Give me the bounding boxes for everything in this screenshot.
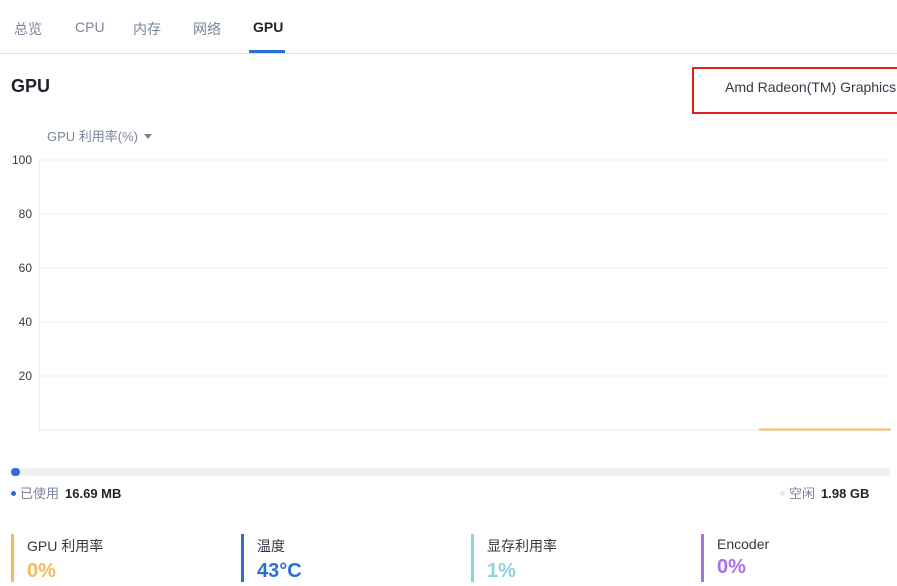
tab-gpu[interactable]: GPU (253, 19, 283, 35)
stat-value: 0% (27, 560, 56, 582)
memory-usage-bar (11, 468, 891, 476)
memory-free-value: 1.98 GB (821, 486, 870, 501)
metric-selector-label: GPU 利用率(%) (47, 129, 139, 144)
tab-network[interactable]: 网络 (193, 19, 221, 39)
device-name: Amd Radeon(TM) Graphics (725, 79, 897, 95)
y-tick-label: 100 (12, 153, 32, 167)
stat-encoder: Encoder 0% (701, 534, 769, 582)
free-dot-icon (780, 491, 785, 496)
chevron-down-icon (144, 134, 153, 139)
stat-name: Encoder (717, 536, 770, 552)
tab-bar: 总览 CPU 内存 网络 GPU (0, 0, 897, 54)
stat-value: 1% (487, 560, 516, 582)
active-tab-indicator (249, 50, 285, 53)
stat-name: 显存利用率 (487, 538, 557, 554)
stat-name: 温度 (257, 538, 285, 554)
stat-value: 43°C (257, 560, 302, 582)
tab-memory[interactable]: 内存 (133, 19, 161, 39)
device-selector[interactable]: Amd Radeon(TM) Graphics (692, 67, 897, 114)
gpu-usage-chart: 20 40 60 80 100 (12, 153, 891, 431)
y-tick-label: 80 (19, 207, 33, 221)
memory-used-legend: 已使用 16.69 MB (11, 483, 121, 502)
tab-cpu[interactable]: CPU (75, 19, 105, 35)
metric-selector[interactable]: GPU 利用率(%) (47, 126, 153, 145)
memory-used-fill (11, 468, 20, 476)
y-tick-label: 20 (19, 369, 33, 383)
memory-used-value: 16.69 MB (65, 486, 122, 501)
y-tick-label: 40 (19, 315, 33, 329)
tab-overview[interactable]: 总览 (14, 19, 42, 39)
used-dot-icon (11, 491, 16, 496)
page-title: GPU (11, 76, 51, 96)
stat-value: 0% (717, 556, 746, 578)
memory-free-legend: 空闲 1.98 GB (780, 483, 869, 502)
memory-used-label: 已使用 (20, 486, 60, 501)
stat-vram-usage: 显存利用率 1% (471, 534, 557, 582)
stat-name: GPU 利用率 (27, 538, 104, 554)
stat-temperature: 温度 43°C (241, 534, 302, 582)
stat-gpu-usage: GPU 利用率 0% (11, 534, 103, 582)
memory-free-label: 空闲 (789, 486, 816, 501)
y-tick-label: 60 (19, 261, 33, 275)
